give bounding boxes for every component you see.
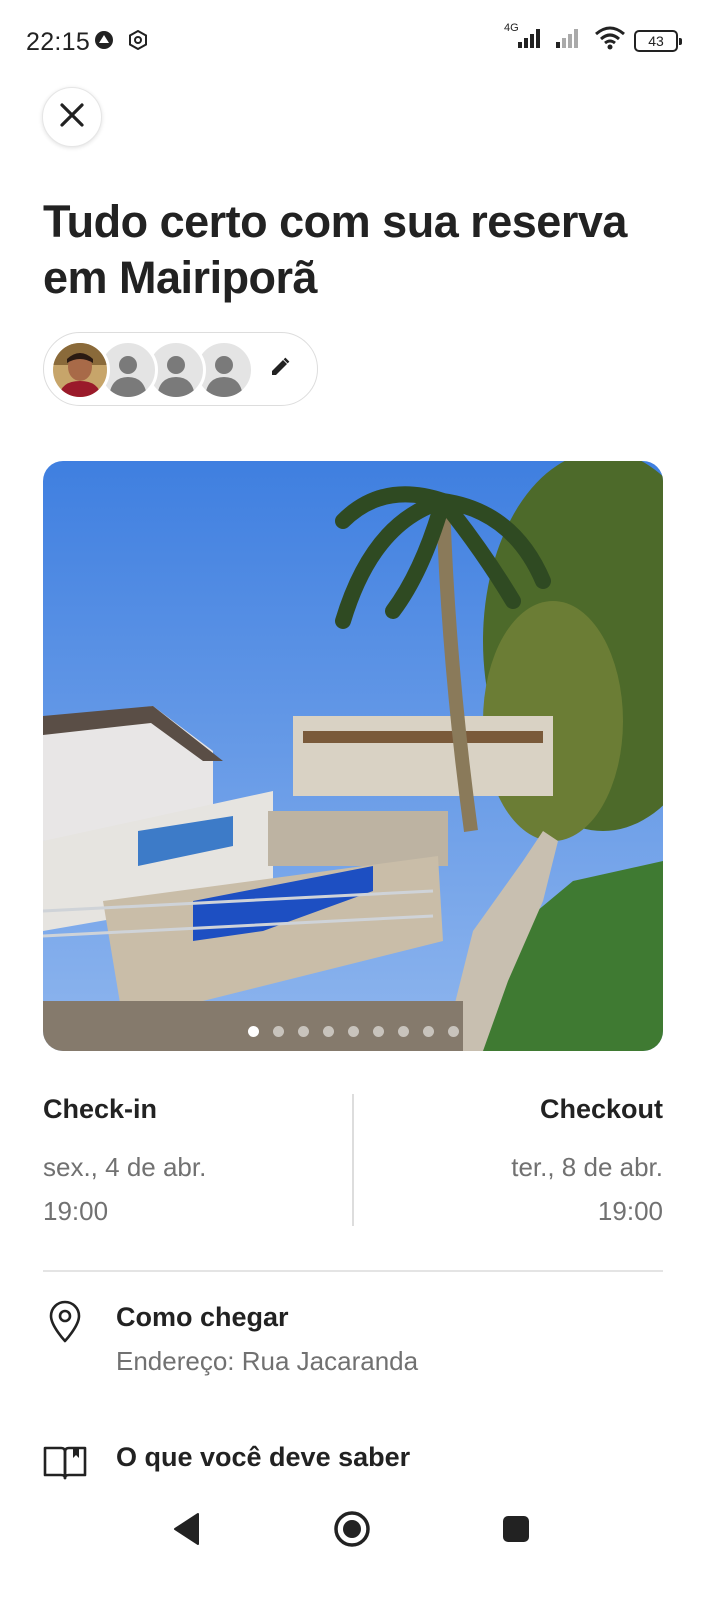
network-type: 4G (504, 22, 519, 34)
status-time: 22:15 (26, 28, 91, 56)
vertical-divider (352, 1094, 354, 1226)
divider (43, 1270, 663, 1272)
checkin-date: sex., 4 de abr. (43, 1152, 207, 1182)
pencil-icon (269, 356, 291, 383)
cell-signal-icon: 4G (504, 22, 546, 55)
checkout-date: ter., 8 de abr. (511, 1152, 663, 1182)
location-pin-icon (43, 1300, 87, 1344)
close-button[interactable] (42, 87, 102, 147)
carousel-dot[interactable] (397, 1026, 409, 1037)
recents-button[interactable] (491, 1506, 541, 1556)
carousel-dot[interactable] (272, 1026, 284, 1037)
battery-icon: 43 (634, 29, 682, 52)
carousel-dot[interactable] (422, 1026, 434, 1037)
directions-row[interactable]: Como chegar Endereço: Rua Jacaranda (43, 1300, 663, 1390)
back-button[interactable] (162, 1506, 212, 1556)
carousel-dot[interactable] (297, 1026, 309, 1037)
house-rules-row[interactable]: O que você deve saber (43, 1440, 663, 1484)
guests-pill[interactable] (43, 332, 318, 406)
back-icon (172, 1512, 202, 1551)
page-title: Tudo certo com sua reserva em Mairiporã (43, 196, 627, 303)
carousel-dot[interactable] (322, 1026, 334, 1037)
carousel-dot[interactable] (247, 1026, 259, 1037)
checkout-label: Checkout (539, 1094, 663, 1124)
wifi-icon (594, 26, 626, 55)
book-icon (43, 1440, 87, 1484)
directions-title: Como chegar (116, 1302, 289, 1332)
carousel-indicator (43, 1026, 663, 1037)
checkout-section: Checkout ter., 8 de abr. 19:00 (511, 1094, 663, 1233)
listing-photo-carousel[interactable] (43, 461, 663, 1051)
carousel-dot[interactable] (447, 1026, 459, 1037)
checkout-time: 19:00 (597, 1196, 663, 1226)
checkin-time: 19:00 (43, 1196, 109, 1226)
status-bar: 22:15 4G 43 (0, 0, 720, 84)
shield-icon (128, 29, 148, 55)
home-icon (332, 1509, 372, 1554)
home-button[interactable] (327, 1506, 377, 1556)
carousel-dot[interactable] (372, 1026, 384, 1037)
edit-guests-button[interactable] (266, 355, 294, 383)
directions-address: Endereço: Rua Jacaranda (116, 1346, 419, 1376)
recents-icon (501, 1514, 531, 1549)
checkin-section: Check-in sex., 4 de abr. 19:00 (43, 1094, 206, 1233)
close-icon (59, 102, 85, 133)
checkin-label: Check-in (43, 1094, 158, 1124)
house-rules-title: O que você deve saber (116, 1442, 411, 1472)
avatar-host[interactable] (50, 340, 110, 400)
navigation-bar (0, 1480, 720, 1600)
listing-photo (43, 461, 663, 1051)
notification-icon (94, 30, 114, 55)
carousel-dot[interactable] (347, 1026, 359, 1037)
cell-signal-weak-icon (554, 26, 586, 55)
